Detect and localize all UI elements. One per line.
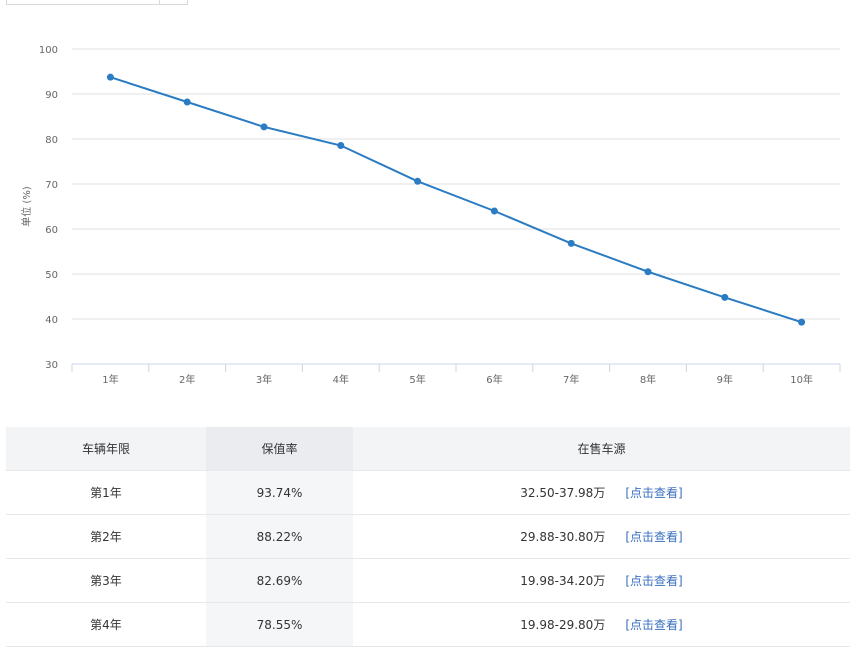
cell-listings: 32.50-37.98万 [点击查看] <box>353 470 850 515</box>
table-body: 第1年 93.74% 32.50-37.98万 [点击查看] 第2年 88.22% 29.8… <box>6 470 850 647</box>
cell-year: 第2年 <box>6 514 206 559</box>
x-tick-label: 9年 <box>717 373 733 386</box>
data-point <box>644 268 652 276</box>
y-tick-label: 50 <box>45 270 58 281</box>
x-tick-label: 7年 <box>563 373 579 386</box>
year-select-dropdown[interactable] <box>6 0 188 5</box>
x-tick-label: 5年 <box>409 373 425 386</box>
x-tick-label: 10年 <box>790 373 813 386</box>
cell-rate: 93.74% <box>206 470 353 515</box>
view-listings-link[interactable]: [点击查看] <box>625 574 682 588</box>
data-point <box>490 207 498 215</box>
cell-year: 第1年 <box>6 470 206 515</box>
data-point <box>183 98 191 106</box>
header-retention-rate: 保值率 <box>206 427 353 471</box>
data-point <box>260 123 268 131</box>
y-tick-label: 40 <box>45 315 58 326</box>
axis-layer: 30 40 50 60 70 80 90 100 1年 2年 3年 4年 5年 6年 7年 8年 9年 10年 <box>39 45 841 386</box>
cell-year: 第4年 <box>6 602 206 647</box>
view-listings-link[interactable]: [点击查看] <box>625 618 682 632</box>
cell-listings: 19.98-34.20万 [点击查看] <box>353 558 850 603</box>
grid-layer <box>72 48 840 320</box>
header-vehicle-age: 车辆年限 <box>6 427 206 471</box>
x-tick-label: 3年 <box>256 373 272 386</box>
data-point <box>106 73 114 81</box>
cell-listings: 29.88-30.80万 [点击查看] <box>353 514 850 559</box>
y-tick-label: 70 <box>45 180 58 191</box>
retention-table: 车辆年限 保值率 在售车源 第1年 93.74% 32.50-37.98万 [点击查看… <box>6 427 850 647</box>
data-point <box>414 177 422 185</box>
table-row: 第1年 93.74% 32.50-37.98万 [点击查看] <box>6 470 850 515</box>
y-tick-label: 100 <box>39 45 58 56</box>
data-point <box>721 293 729 301</box>
y-tick-label: 30 <box>45 360 58 371</box>
y-tick-label: 60 <box>45 225 58 236</box>
cell-year: 第3年 <box>6 558 206 603</box>
price-range: 32.50-37.98万 <box>520 486 606 500</box>
table-header-row: 车辆年限 保值率 在售车源 <box>6 427 850 471</box>
header-listings: 在售车源 <box>353 427 850 471</box>
data-point <box>567 239 575 247</box>
table-row: 第4年 78.55% 19.98-29.80万 [点击查看] <box>6 602 850 647</box>
view-listings-link[interactable]: [点击查看] <box>625 486 682 500</box>
x-tick-label: 6年 <box>486 373 502 386</box>
cell-rate: 82.69% <box>206 558 353 603</box>
x-tick-label: 2年 <box>179 373 195 386</box>
cell-rate: 78.55% <box>206 602 353 647</box>
x-tick-label: 8年 <box>640 373 656 386</box>
table-row: 第3年 82.69% 19.98-34.20万 [点击查看] <box>6 558 850 603</box>
y-axis-label: 单位 (%) <box>20 186 33 227</box>
y-tick-label: 80 <box>45 135 58 146</box>
x-tick-label: 1年 <box>102 373 118 386</box>
view-listings-link[interactable]: [点击查看] <box>625 530 682 544</box>
price-range: 29.88-30.80万 <box>520 530 606 544</box>
x-tick-label: 4年 <box>333 373 349 386</box>
table-row: 第2年 88.22% 29.88-30.80万 [点击查看] <box>6 514 850 559</box>
y-tick-label: 90 <box>45 90 58 101</box>
price-range: 19.98-29.80万 <box>520 618 606 632</box>
cell-rate: 88.22% <box>206 514 353 559</box>
cell-listings: 19.98-29.80万 [点击查看] <box>353 602 850 647</box>
series-layer <box>106 73 806 326</box>
data-point <box>798 318 806 326</box>
select-divider <box>159 0 160 4</box>
price-range: 19.98-34.20万 <box>520 574 606 588</box>
series-line <box>110 76 802 324</box>
retention-line-chart: 30 40 50 60 70 80 90 100 1年 2年 3年 4年 5年 6年 7年 8年 9年 10年 单… <box>20 45 841 386</box>
data-point <box>337 142 345 150</box>
